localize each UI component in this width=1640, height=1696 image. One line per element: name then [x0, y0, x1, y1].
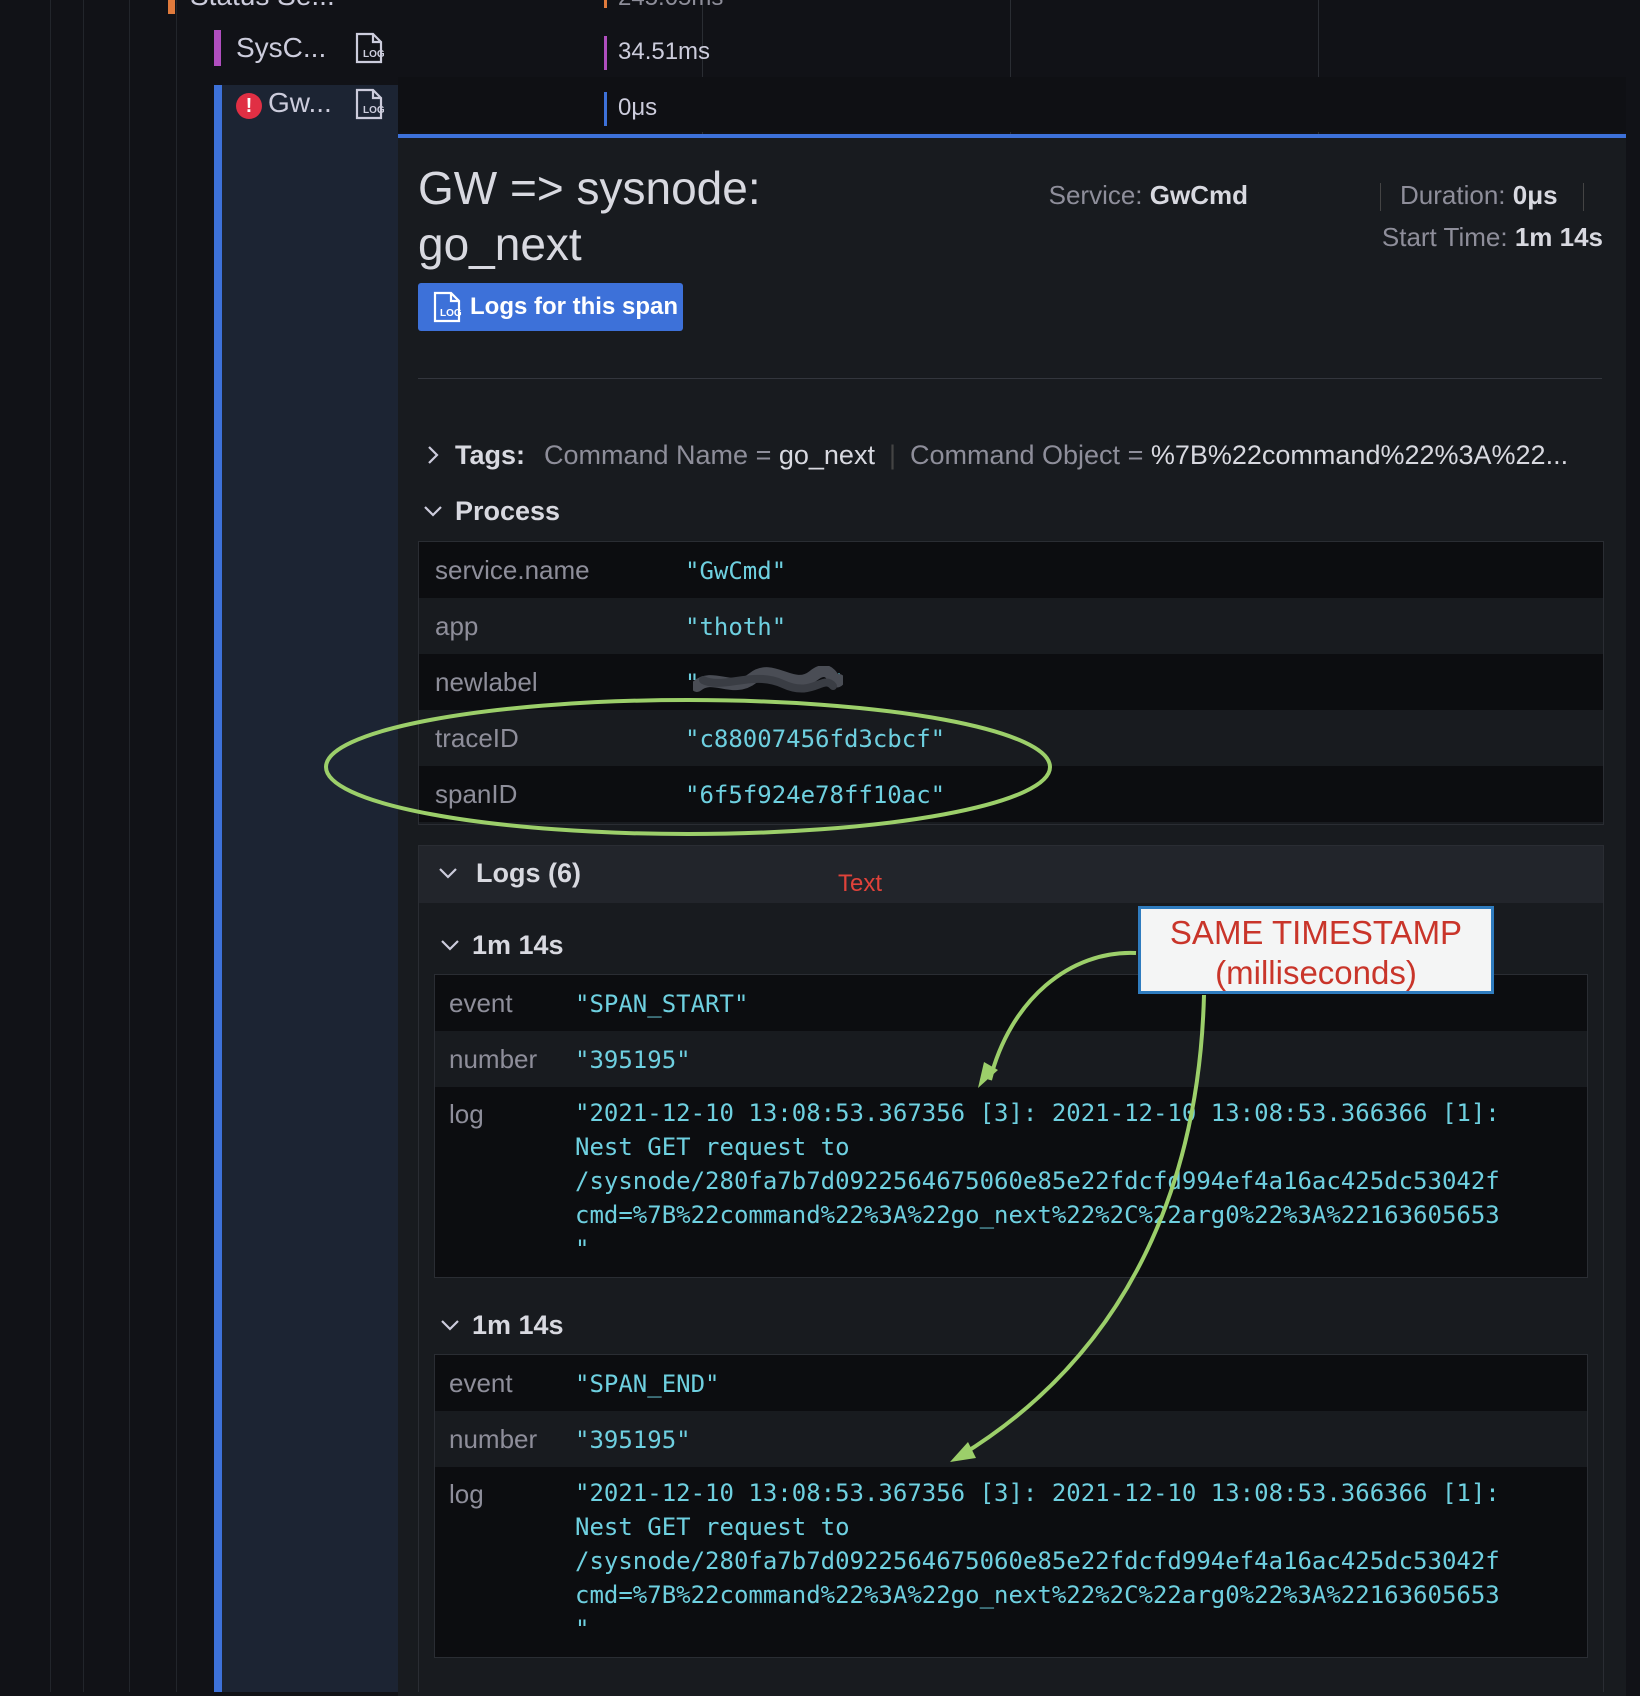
timestamp-callout: SAME TIMESTAMP (milliseconds)	[1138, 906, 1494, 994]
arrow-to-start-log	[988, 950, 1137, 1081]
highlight-ellipse	[324, 698, 1052, 836]
callout-line: (milliseconds)	[1215, 954, 1417, 991]
arrowhead	[950, 1442, 976, 1462]
annotation-overlay	[324, 698, 1206, 1462]
callout-line: SAME TIMESTAMP	[1169, 914, 1463, 951]
